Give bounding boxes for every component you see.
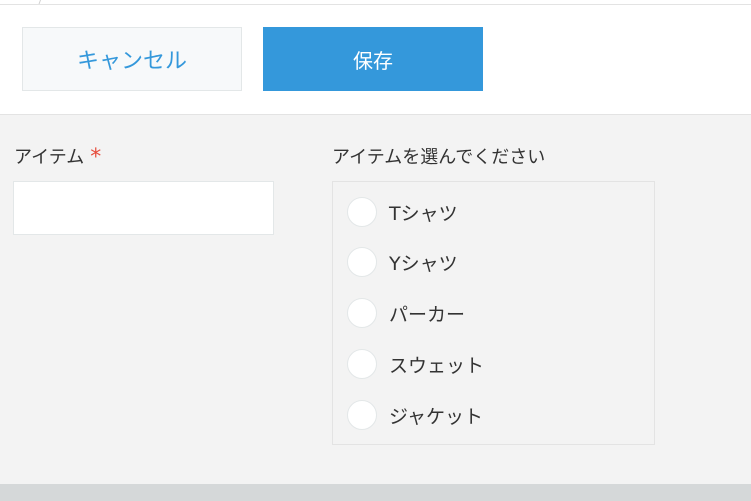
radio-option-sweat[interactable]: スウェット [347,348,484,380]
toolbar: キャンセル 保存 [0,0,751,115]
radio-button[interactable] [347,298,377,328]
radio-label: スウェット [389,354,485,377]
required-mark: * [90,145,102,170]
item-field-label-text: アイテム [14,147,85,168]
radio-option-jacket[interactable]: ジャケット [347,399,483,431]
item-input[interactable] [13,181,274,235]
radio-label: パーカー [389,303,466,326]
radio-button[interactable] [347,349,377,379]
radio-label: ジャケット [389,405,484,428]
bottom-bar [0,484,751,501]
radio-label: Yシャツ [389,252,458,275]
top-separator [0,0,751,5]
save-button[interactable]: 保存 [263,27,483,91]
item-field-label: アイテム * [14,143,102,170]
radio-label: Tシャツ [389,202,458,225]
top-edge-divider [38,0,50,4]
radio-button[interactable] [347,247,377,277]
radio-button[interactable] [347,197,377,227]
choose-item-label: アイテムを選んでください [332,147,546,168]
radio-button[interactable] [347,400,377,430]
radio-option-yshirt[interactable]: Yシャツ [347,246,458,278]
cancel-button[interactable]: キャンセル [22,27,242,91]
radio-option-hoodie[interactable]: パーカー [347,297,465,329]
item-radio-group: Tシャツ Yシャツ パーカー スウェット ジャケット [332,181,655,445]
radio-option-tshirt[interactable]: Tシャツ [347,196,458,228]
